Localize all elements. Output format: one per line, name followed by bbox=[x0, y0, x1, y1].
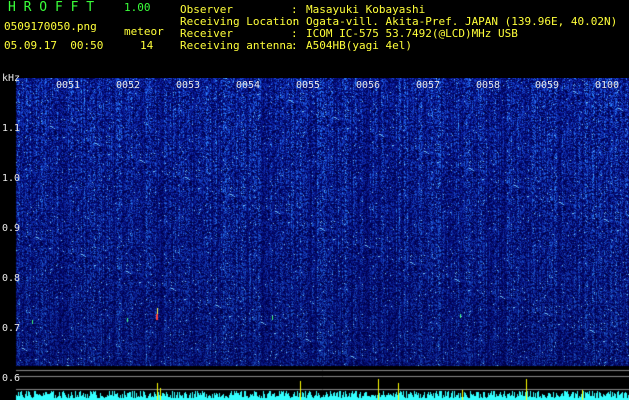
spectrogram-panel bbox=[0, 78, 629, 400]
freq-tick: 1.0 bbox=[2, 173, 21, 184]
time-tick: 0057 bbox=[416, 80, 441, 91]
freq-tick: 0.9 bbox=[2, 223, 21, 234]
time-tick: 0056 bbox=[356, 80, 381, 91]
freq-tick: 1.1 bbox=[2, 123, 21, 134]
file-name: 0509170050.png bbox=[4, 20, 97, 33]
recording-time: 05.09.17 00:50 bbox=[4, 39, 104, 52]
time-tick: 0100 bbox=[595, 80, 620, 91]
freq-tick: 0.7 bbox=[2, 323, 21, 334]
spectrogram-canvas bbox=[0, 78, 629, 400]
freq-tick: 0.6 bbox=[2, 373, 21, 384]
time-tick: 0058 bbox=[476, 80, 501, 91]
info-value-antenna: A504HB(yagi 4el) bbox=[306, 39, 412, 52]
meteor-count: 14 bbox=[140, 39, 154, 52]
meteor-label: meteor bbox=[124, 25, 164, 38]
freq-tick: 0.8 bbox=[2, 273, 21, 284]
app-title: H R O F F T bbox=[8, 0, 95, 15]
time-tick: 0054 bbox=[236, 80, 261, 91]
axis-unit-label: kHz bbox=[2, 73, 21, 84]
time-tick: 0053 bbox=[176, 80, 201, 91]
app-version: 1.00 bbox=[124, 1, 151, 14]
time-tick: 0059 bbox=[535, 80, 560, 91]
time-tick: 0051 bbox=[56, 80, 81, 91]
info-key-antenna: Receiving antenna bbox=[180, 39, 293, 52]
time-tick: 0052 bbox=[116, 80, 141, 91]
time-tick: 0055 bbox=[296, 80, 321, 91]
info-separator: : bbox=[291, 39, 298, 52]
